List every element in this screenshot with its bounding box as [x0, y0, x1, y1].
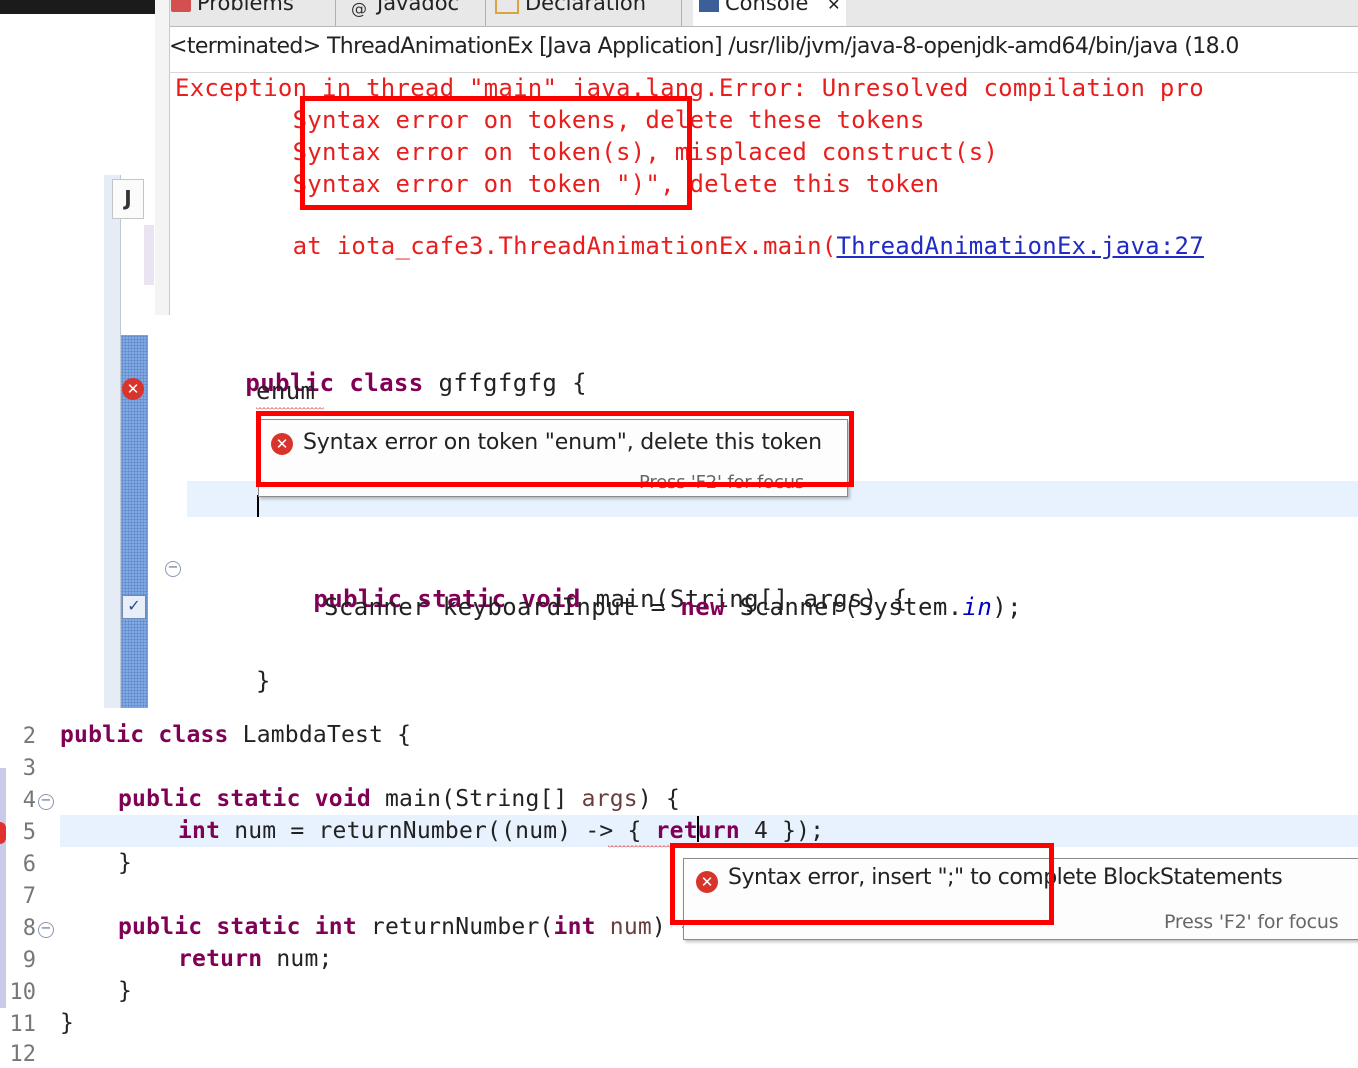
code-line: return num;	[178, 946, 333, 972]
tab-declaration[interactable]: Declaration	[495, 0, 646, 26]
console-tab-bar: Problems @ Javadoc Declaration Console ✕	[155, 0, 1358, 27]
console-description: <terminated> ThreadAnimationEx [Java App…	[169, 34, 1239, 59]
java-file-icon: J	[112, 179, 144, 219]
code-line: enum	[256, 377, 316, 405]
code-line: }	[256, 667, 271, 695]
error-marker-icon[interactable]	[0, 822, 6, 844]
tab-javadoc[interactable]: @ Javadoc	[351, 0, 459, 26]
line-number: 7	[22, 884, 36, 909]
tab-console[interactable]: Console ✕	[693, 0, 847, 26]
line-number: 11	[9, 1012, 37, 1037]
javadoc-icon: @	[351, 0, 367, 18]
code-line: public static int returnNumber(int num) …	[118, 914, 695, 940]
code-line: }	[118, 850, 133, 876]
line-number: 8	[22, 916, 36, 941]
problems-icon	[171, 0, 191, 12]
line-number: 6	[22, 852, 36, 877]
dark-window-edge	[0, 0, 157, 14]
editor-enum-view: J ✕ − ✓ public class gffgfgfg { enum pub…	[104, 175, 1358, 708]
code-line: int num = returnNumber((num) -> { return…	[178, 818, 825, 844]
tab-problems[interactable]: Problems	[171, 0, 294, 26]
line-number: 2	[22, 724, 36, 749]
code-line: }	[118, 978, 133, 1004]
error-underline	[608, 845, 678, 849]
line-number: 10	[9, 980, 37, 1005]
code-line: Scanner keyboardInput = new Scanner(Syst…	[324, 593, 1022, 621]
line-number: 5	[22, 820, 36, 845]
text-cursor	[257, 495, 259, 517]
editor-lambda-view: 2 3 4 5 6 7 8 9 10 11 12 − − public clas…	[0, 708, 1358, 1068]
close-icon[interactable]: ✕	[827, 0, 840, 14]
highlight-box	[256, 411, 854, 487]
line-number: 4	[22, 788, 36, 813]
task-marker-icon[interactable]: ✓	[122, 595, 146, 619]
code-line: public static void main(String[] args) {	[118, 786, 680, 812]
fold-toggle-icon[interactable]: −	[38, 794, 54, 810]
console-icon	[699, 0, 719, 12]
error-marker-icon[interactable]: ✕	[122, 378, 144, 400]
code-line: public class LambdaTest {	[60, 722, 412, 748]
line-number: 3	[22, 756, 36, 781]
fold-toggle-icon[interactable]: −	[38, 922, 54, 938]
code-line: }	[60, 1010, 75, 1036]
line-number: 12	[9, 1042, 37, 1067]
line-number: 9	[22, 948, 36, 973]
fold-toggle-icon[interactable]: −	[165, 561, 181, 577]
text-cursor	[697, 816, 699, 842]
declaration-icon	[495, 0, 519, 14]
highlight-box	[670, 843, 1054, 925]
tooltip-hint: Press 'F2' for focus	[1164, 911, 1339, 933]
